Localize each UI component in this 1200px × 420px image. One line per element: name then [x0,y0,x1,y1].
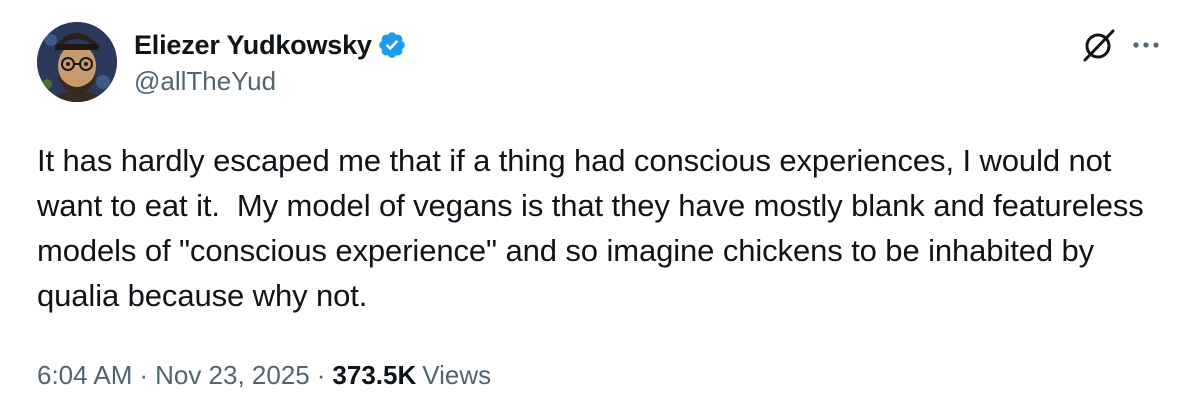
verified-badge-icon[interactable] [377,30,407,60]
author-display-name[interactable]: Eliezer Yudkowsky [134,30,372,61]
views-label: Views [422,360,492,390]
views-count: 373.5K [332,360,417,390]
meta-separator: · [316,360,326,390]
tweet-card: Eliezer Yudkowsky @allTheYud It has hard… [0,0,1200,420]
meta-separator: · [139,360,149,390]
avatar[interactable] [37,22,117,102]
grok-icon[interactable] [1081,27,1117,63]
avatar-illustration [37,22,117,102]
more-icon[interactable] [1128,30,1164,60]
tweet-date[interactable]: Nov 23, 2025 [155,360,310,391]
tweet-time[interactable]: 6:04 AM [37,360,132,391]
tweet-text: It has hardly escaped me that if a thing… [37,143,1153,313]
author-name-row: Eliezer Yudkowsky [134,28,407,62]
author-handle[interactable]: @allTheYud [134,66,276,97]
tweet-meta: 6:04 AM · Nov 23, 2025 · 373.5K Views [37,360,491,391]
